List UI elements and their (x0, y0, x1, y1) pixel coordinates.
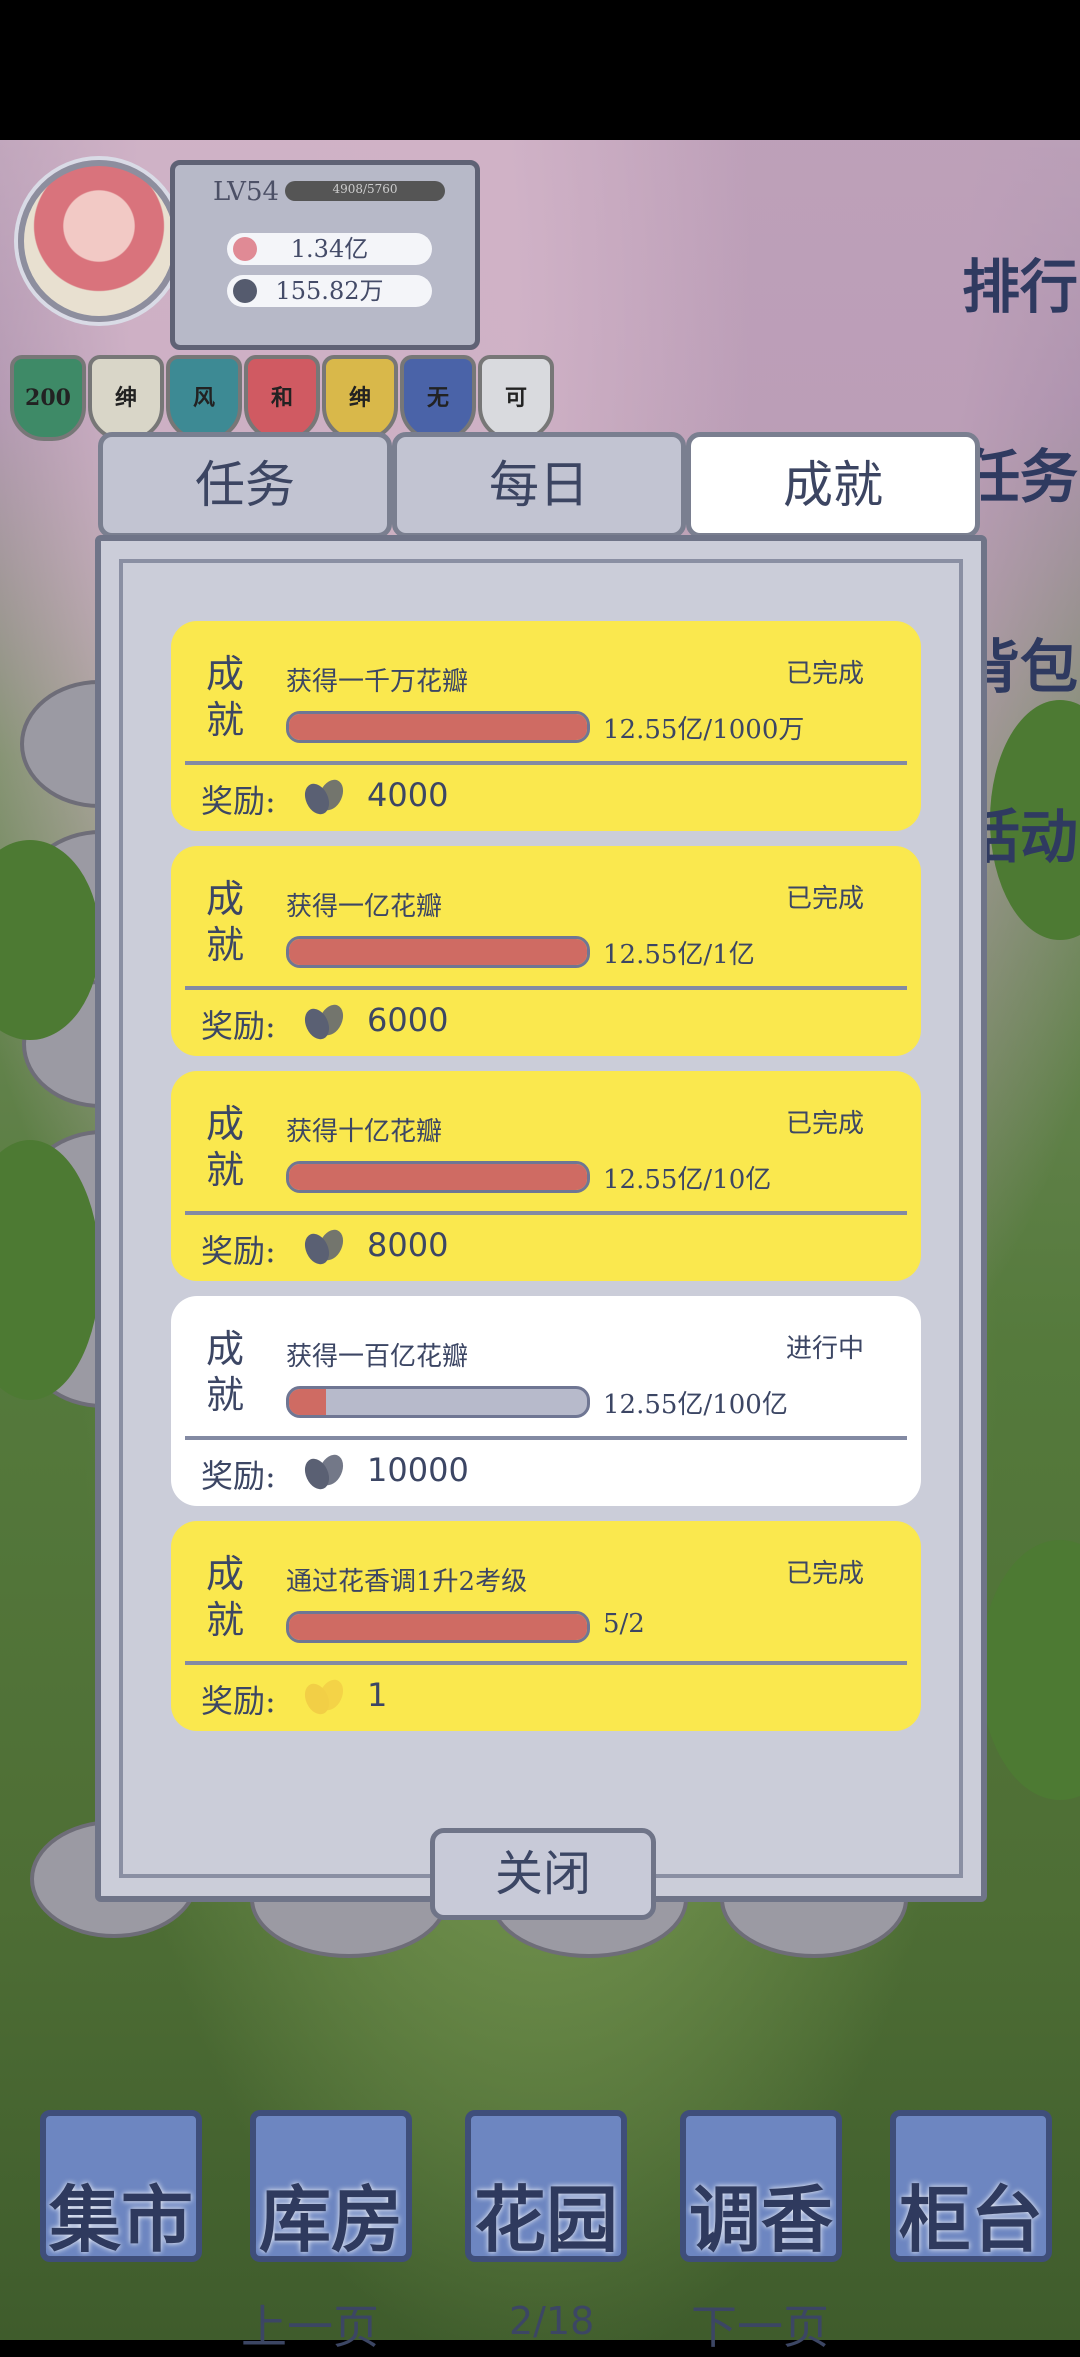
reward-label: 奖励: (201, 1232, 276, 1270)
nav-warehouse-label: 库房 (258, 2177, 403, 2262)
nav-warehouse[interactable]: 库房 (250, 2110, 412, 2262)
badge-0[interactable]: 200 (10, 355, 86, 441)
nav-perfume-label: 调香 (688, 2177, 833, 2262)
reward-label: 奖励: (201, 782, 276, 820)
achievement-type: 成就 (206, 652, 245, 742)
progress-bar (286, 711, 590, 743)
nav-counter[interactable]: 柜台 (890, 2110, 1052, 2262)
badge-2[interactable]: 风 (166, 355, 242, 441)
progress-text: 5/2 (603, 1609, 645, 1639)
petal-counter: 1.34亿 (227, 233, 432, 265)
reward-label: 奖励: (201, 1682, 276, 1720)
card-divider (185, 1661, 907, 1665)
achievement-title: 通过花香调1升2考级 (286, 1567, 528, 1597)
progress-fill (289, 1614, 587, 1640)
progress-fill (289, 1389, 327, 1415)
seed-counter: 155.82万 (227, 275, 432, 307)
achievement-title: 获得十亿花瓣 (286, 1117, 443, 1147)
progress-fill (289, 1164, 587, 1190)
reward-value: 1 (367, 1676, 388, 1714)
achievement-status: 已完成 (786, 1559, 865, 1589)
player-avatar[interactable] (18, 160, 180, 322)
reward-label: 奖励: (201, 1007, 276, 1045)
achievement-status: 进行中 (786, 1334, 865, 1364)
tab-tasks[interactable]: 任务 (98, 432, 392, 538)
badge-1[interactable]: 绅 (88, 355, 164, 441)
card-divider (185, 761, 907, 765)
reward-value: 8000 (367, 1226, 449, 1264)
seed-icon (304, 1229, 344, 1265)
reward-value: 4000 (367, 776, 449, 814)
progress-bar (286, 936, 590, 968)
seed-icon (304, 779, 344, 815)
achievement-card[interactable]: 成就 获得十亿花瓣 已完成 12.55亿/10亿奖励: 8000 (171, 1071, 921, 1281)
badge-4[interactable]: 绅 (322, 355, 398, 441)
nav-market-label: 集市 (48, 2177, 193, 2262)
reward-value: 6000 (367, 1001, 449, 1039)
nav-counter-label: 柜台 (898, 2177, 1043, 2262)
player-stats-panel: LV54 4908/5760 1.34亿 155.82万 (170, 160, 480, 350)
achievement-card[interactable]: 成就 通过花香调1升2考级 已完成 5/2 奖励: 1 (171, 1521, 921, 1731)
achievement-title: 获得一千万花瓣 (286, 667, 469, 697)
achievement-card[interactable]: 成就 获得一百亿花瓣 进行中 12.55亿/100亿奖励: 10000 (171, 1296, 921, 1506)
badge-3[interactable]: 和 (244, 355, 320, 441)
nav-garden[interactable]: 花园 (465, 2110, 627, 2262)
achievement-type: 成就 (206, 1327, 245, 1417)
petal-value: 1.34亿 (290, 235, 369, 263)
progress-fill (289, 939, 587, 965)
achievement-card[interactable]: 成就 获得一亿花瓣 已完成 12.55亿/1亿奖励: 6000 (171, 846, 921, 1056)
level-label: LV54 (213, 177, 280, 207)
seed-value: 155.82万 (275, 277, 384, 305)
achievement-type: 成就 (206, 1552, 245, 1642)
progress-bar (286, 1161, 590, 1193)
achievement-title: 获得一百亿花瓣 (286, 1342, 469, 1372)
achievement-type: 成就 (206, 877, 245, 967)
achievement-card[interactable]: 成就 获得一千万花瓣 已完成 12.55亿/1000万奖励: 4000 (171, 621, 921, 831)
badge-5[interactable]: 无 (400, 355, 476, 441)
achievement-title: 获得一亿花瓣 (286, 892, 443, 922)
achievement-type: 成就 (206, 1102, 245, 1192)
xp-text: 4908/5760 (332, 182, 398, 196)
nav-market[interactable]: 集市 (40, 2110, 202, 2262)
progress-text: 12.55亿/10亿 (603, 1165, 772, 1195)
progress-bar (286, 1611, 590, 1643)
nav-perfume[interactable]: 调香 (680, 2110, 842, 2262)
progress-text: 12.55亿/1000万 (603, 715, 805, 745)
achievement-status: 已完成 (786, 884, 865, 914)
seed-icon (233, 279, 257, 303)
progress-text: 12.55亿/1亿 (603, 940, 755, 970)
achievement-status: 已完成 (786, 659, 865, 689)
card-divider (185, 1211, 907, 1215)
card-divider (185, 1436, 907, 1440)
next-page-button[interactable]: 下一页 (691, 2291, 829, 2357)
seed-icon (304, 1004, 344, 1040)
card-divider (185, 986, 907, 990)
side-menu-ranking[interactable]: 排行 (960, 240, 1080, 324)
seed-icon (304, 1454, 344, 1490)
xp-bar: 4908/5760 (285, 181, 445, 201)
achievement-status: 已完成 (786, 1109, 865, 1139)
page-indicator: 2/18 (509, 2299, 595, 2343)
prev-page-button[interactable]: 上一页 (241, 2291, 379, 2357)
petal-icon (233, 237, 257, 261)
nav-garden-label: 花园 (473, 2177, 618, 2262)
close-button[interactable]: 关闭 (430, 1828, 656, 1920)
achievement-dialog: 成就 获得一千万花瓣 已完成 12.55亿/1000万 奖励: 4000 成就 获得一亿花瓣已… (95, 535, 987, 2354)
tab-daily[interactable]: 每日 (392, 432, 686, 538)
progress-text: 12.55亿/100亿 (603, 1390, 788, 1420)
progress-fill (289, 714, 587, 740)
progress-bar (286, 1386, 590, 1418)
golden-seed-icon (304, 1679, 344, 1715)
reward-value: 10000 (367, 1451, 469, 1489)
bush (980, 1540, 1080, 1800)
reward-label: 奖励: (201, 1457, 276, 1495)
tab-achievements[interactable]: 成就 (686, 432, 980, 538)
badge-6[interactable]: 可 (478, 355, 554, 441)
